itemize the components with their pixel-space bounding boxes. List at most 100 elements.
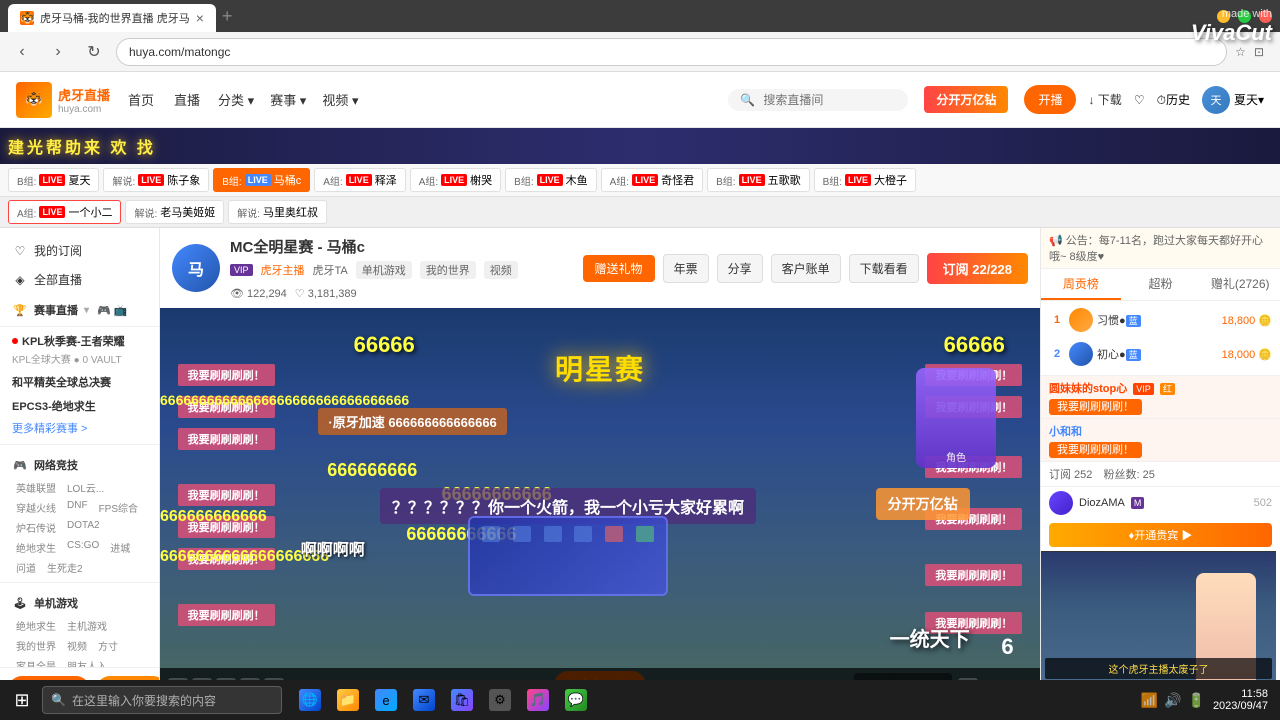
game-shengsi[interactable]: 生死走2 (43, 559, 87, 576)
streamer-tab-chenzi[interactable]: 解说: LIVE 陈子象 (103, 168, 209, 192)
open-membership-button[interactable]: ♦开通贵宾 ▶ (1049, 523, 1272, 547)
gift-button[interactable]: 赠送礼物 (583, 255, 655, 282)
keyboard-keys (470, 518, 666, 550)
sg-mc[interactable]: 我的世界 (12, 637, 60, 654)
taskbar-start-button[interactable]: ⊞ (4, 682, 40, 718)
back-button[interactable]: ‹ (8, 38, 36, 66)
search-input[interactable] (763, 93, 883, 107)
download-button[interactable]: ↓ 下载 (1088, 91, 1121, 108)
nav-events[interactable]: 赛事 ▾ (270, 90, 306, 109)
share-button[interactable]: 分享 (717, 254, 763, 283)
sub-tab-laoma[interactable]: 解说: 老马美姬姬 (125, 200, 224, 224)
more-esports-link[interactable]: 更多精彩赛事 > (0, 416, 159, 440)
sg-video[interactable]: 视频 (63, 637, 91, 654)
sidebar-single-player[interactable]: 🕹 单机游戏 (0, 587, 159, 615)
download-stream-button[interactable]: 下载看看 (849, 254, 919, 283)
sidebar-item-all-live[interactable]: ◈ 全部直播 (0, 265, 159, 294)
streamer-tab-dacheng[interactable]: B组: LIVE 大橙子 (814, 168, 916, 192)
taskbar-search-box[interactable]: 🔍 在这里输入你要搜索的内容 (42, 686, 282, 714)
streamer-tab-xiatian[interactable]: B组: LIVE 夏天 (8, 168, 99, 192)
user-info[interactable]: 天 夏天▾ (1202, 86, 1264, 114)
taskbar-app-music[interactable]: 🎵 (520, 682, 556, 718)
special-btn[interactable]: 分开万亿钻 (924, 86, 1008, 113)
bookmark-star-icon[interactable]: ☆ (1235, 45, 1246, 59)
game-wendao[interactable]: 问道 (12, 559, 40, 576)
collect-button[interactable]: ♡ (1134, 93, 1145, 107)
window-minimize-button[interactable]: − (1217, 10, 1230, 23)
battery-sys-icon: 🔋 (1188, 692, 1205, 709)
epcs-section[interactable]: EPCS3-绝地求生 (12, 398, 147, 414)
sg-pubg[interactable]: 绝地求生 (12, 617, 60, 634)
game-jincheng[interactable]: 进城 (106, 539, 134, 556)
game-csgo[interactable]: CS:GO (63, 539, 103, 556)
forward-button[interactable]: › (44, 38, 72, 66)
taskbar-app-edge[interactable]: e (368, 682, 404, 718)
streamer-tab-matong[interactable]: B组: LIVE 马桶c (213, 168, 310, 192)
chat-tab-count[interactable]: 赠礼(2726) (1200, 269, 1280, 300)
history-button[interactable]: ⏱历史 (1157, 91, 1190, 108)
chat-highlight-2: 小和和 我要刷刷刷刷！ (1041, 418, 1280, 461)
sidebar-item-my-subscription[interactable]: ♡ 我的订阅 (0, 236, 159, 265)
chat-content-2: 我要刷刷刷刷！ (1049, 441, 1272, 457)
sub-tab-xiaoer[interactable]: A组: LIVE 一个小二 (8, 200, 121, 224)
chat-tab-ranking[interactable]: 周贡榜 (1041, 269, 1121, 300)
streamer-tab-wuge[interactable]: B组: LIVE 五歌歌 (707, 168, 809, 192)
tab-close-button[interactable]: × (196, 10, 204, 26)
game-lol-cloud[interactable]: LOL云... (63, 479, 108, 496)
extensions-icon[interactable]: ⊡ (1254, 45, 1264, 59)
video-player[interactable]: 明星赛 我要刷刷刷刷！ 我要刷刷刷刷！ 我要刷刷刷刷！ 我要刷刷刷刷！ 我要刷刷… (160, 308, 1040, 708)
volume-sys-icon: 🔊 (1164, 692, 1181, 709)
game-lol[interactable]: 英雄联盟 (12, 479, 60, 496)
lb-score-1: 18,800 🪙 (1222, 314, 1272, 327)
site-logo[interactable]: 🐯 虎牙直播 huya.com (16, 82, 110, 118)
sidebar-esports[interactable]: 🏆 赛事直播 ▾ 🎮 📺 (0, 294, 159, 322)
announcement: 📢 公告：每7-11名，跑过大家每天都好开心哦~ 8级度♥ (1041, 228, 1280, 269)
taskbar-app-store[interactable]: 🛍 (444, 682, 480, 718)
taskbar-app-settings[interactable]: ⚙ (482, 682, 518, 718)
game-dnf[interactable]: DNF (63, 499, 92, 516)
heping-section[interactable]: 和平精英全球总决赛 (12, 374, 147, 390)
nav-video[interactable]: 视频 ▾ (322, 90, 358, 109)
nav-home[interactable]: 首页 (126, 86, 156, 113)
music-icon: 🎵 (527, 689, 549, 711)
sg-fangcun[interactable]: 方寸 (94, 637, 122, 654)
window-maximize-button[interactable]: □ (1238, 10, 1251, 23)
window-close-button[interactable]: × (1259, 10, 1272, 23)
explorer-icon: 📁 (337, 689, 359, 711)
streamer-tab-shize[interactable]: A组: LIVE 释泽 (314, 168, 405, 192)
streamer-tab-xie[interactable]: A组: LIVE 榭哭 (410, 168, 501, 192)
new-tab-button[interactable]: + (216, 6, 239, 27)
logo-image: 🐯 (16, 82, 52, 118)
sidebar-network-gaming[interactable]: 🎮 网络竞技 (0, 449, 159, 477)
taskbar-app-msg[interactable]: 💬 (558, 682, 594, 718)
meta-fans: ♡ 3,181,389 (295, 287, 357, 300)
taskbar-app-mail[interactable]: ✉ (406, 682, 442, 718)
taskbar-app-explorer[interactable]: 📁 (330, 682, 366, 718)
chat-tab-gift[interactable]: 超粉 (1121, 269, 1201, 300)
game-pubg[interactable]: 绝地求生 (12, 539, 60, 556)
kpl-section[interactable]: KPL秋季赛-王者荣耀 (12, 333, 147, 349)
settings-app-icon: ⚙ (489, 689, 511, 711)
account-button[interactable]: 客户账单 (771, 254, 841, 283)
game-cfx[interactable]: 穿越火线 (12, 499, 60, 516)
streamer-tab-qiguai[interactable]: A组: LIVE 奇怪君 (601, 168, 703, 192)
sg-console[interactable]: 主机游戏 (63, 617, 111, 634)
tab-area: 🐯 虎牙马桶-我的世界直播 虎牙马 × + (8, 0, 1209, 32)
reload-button[interactable]: ↻ (80, 38, 108, 66)
sub-tab-maliou[interactable]: 解说: 马里奥红叔 (228, 200, 327, 224)
annual-button[interactable]: 年票 (663, 254, 709, 283)
subscribe-stream-button[interactable]: 订阅 22/228 (927, 253, 1028, 284)
game-fps[interactable]: FPS综合 (95, 499, 142, 516)
game-hearthstone[interactable]: 炉石传说 (12, 519, 60, 536)
taskbar-app-chrome[interactable]: 🌐 (292, 682, 328, 718)
chat-tabs: 周贡榜 超粉 赠礼(2726) (1041, 269, 1280, 301)
main-nav: 首页 直播 分类 ▾ 赛事 ▾ 视频 ▾ (126, 86, 712, 113)
meta-tag-single: 单机游戏 (356, 261, 412, 279)
nav-live[interactable]: 直播 (172, 86, 202, 113)
active-tab[interactable]: 🐯 虎牙马桶-我的世界直播 虎牙马 × (8, 4, 216, 32)
nav-category[interactable]: 分类 ▾ (218, 90, 254, 109)
open-broadcast-button[interactable]: 开播 (1024, 85, 1076, 114)
address-bar[interactable] (116, 38, 1227, 66)
streamer-tab-muyu[interactable]: B组: LIVE 木鱼 (505, 168, 596, 192)
game-dota2[interactable]: DOTA2 (63, 519, 104, 536)
